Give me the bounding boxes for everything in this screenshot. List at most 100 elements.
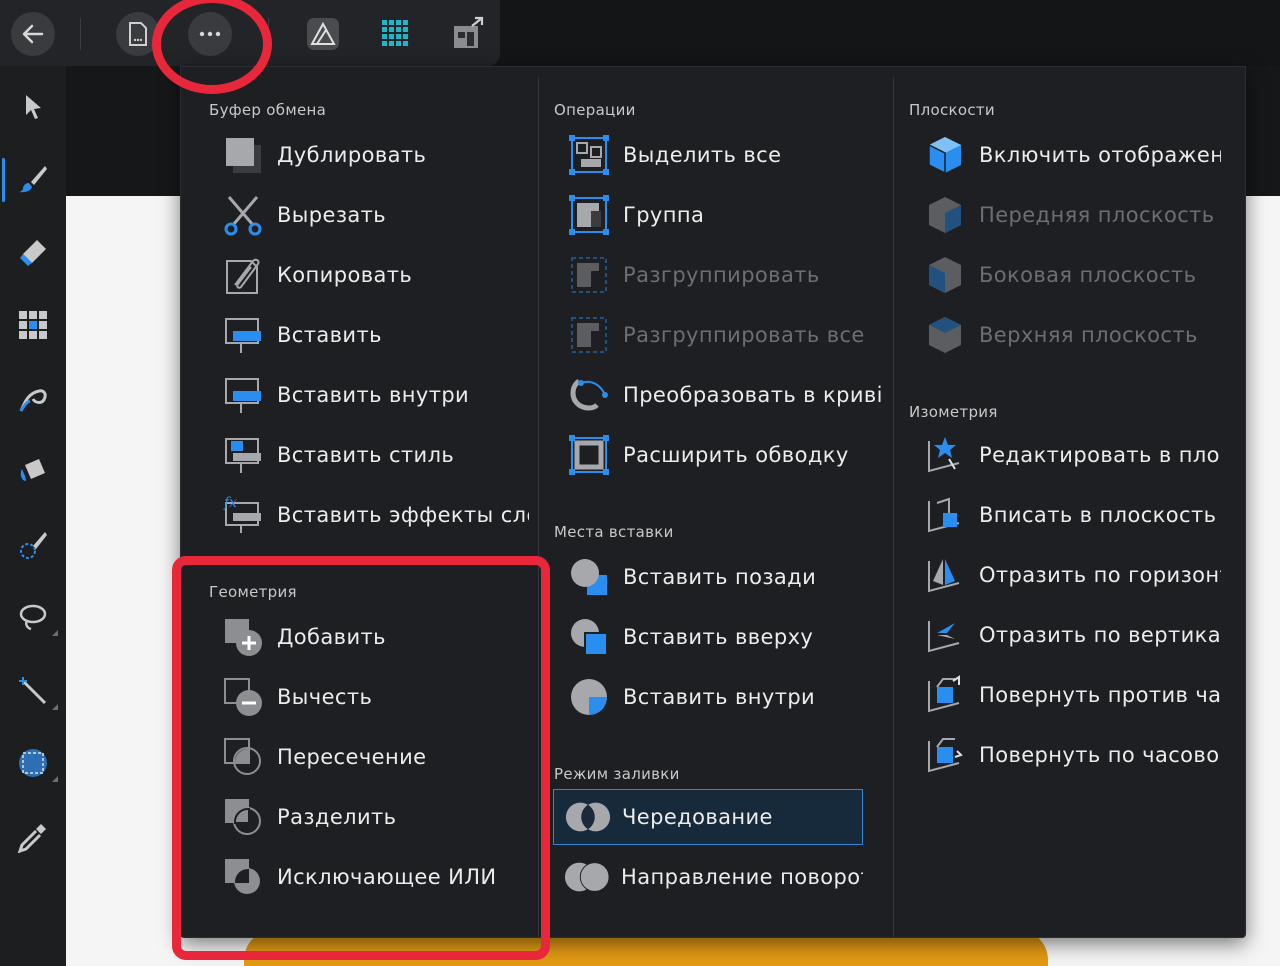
menu-item-front-plane[interactable]: Передняя плоскость	[921, 187, 1221, 243]
menu-item-ungroup[interactable]: Разгруппировать	[565, 247, 885, 303]
planes-cube-icon	[921, 131, 969, 179]
tool-brush[interactable]	[12, 158, 54, 200]
menu-item-flip-horizontal[interactable]: Отразить по горизонта	[921, 547, 1221, 603]
menu-item-expand-stroke[interactable]: Расширить обводку	[565, 427, 885, 483]
section-title-operations: Операции	[554, 101, 636, 119]
menu-item-side-plane[interactable]: Боковая плоскость	[921, 247, 1221, 303]
menu-item-ungroup-all[interactable]: Разгруппировать все	[565, 307, 885, 363]
menu-item-cut[interactable]: Вырезать	[219, 187, 529, 243]
section-title-fill-mode: Режим заливки	[554, 765, 680, 783]
eraser-icon	[20, 240, 46, 266]
menu-item-add[interactable]: Добавить	[219, 609, 529, 665]
back-arrow-icon	[22, 24, 44, 44]
rotate-cw-icon	[921, 731, 969, 779]
menu-item-label: Вставить стиль	[277, 443, 455, 467]
menu-item-xor[interactable]: Исключающее ИЛИ	[219, 849, 529, 905]
persona-photo-button[interactable]	[301, 12, 345, 56]
menu-item-label: Вставить вверху	[623, 625, 814, 649]
menu-item-label: Выделить все	[623, 143, 782, 167]
menu-item-label: Исключающее ИЛИ	[277, 865, 497, 889]
document-button[interactable]	[116, 12, 160, 56]
more-menu-panel: Буфер обмена Дублировать Вырезать Копиро…	[180, 66, 1246, 938]
move-tool-icon	[26, 95, 41, 119]
menu-item-label: Отразить по вертикалі	[979, 623, 1221, 647]
paste-style-icon	[219, 431, 267, 479]
persona-pixel-button[interactable]	[374, 12, 418, 56]
menu-item-label: Разгруппировать все	[623, 323, 865, 347]
menu-item-insert-on-top[interactable]: Вставить вверху	[565, 609, 885, 665]
menu-item-label: Вставить позади	[623, 565, 817, 589]
tool-lasso[interactable]	[12, 596, 58, 638]
menu-item-rotate-ccw[interactable]: Повернуть против часс	[921, 667, 1221, 723]
menu-item-group[interactable]: Группа	[565, 187, 885, 243]
menu-item-winding-fill[interactable]: Направление поворота	[563, 849, 863, 905]
menu-item-convert-to-curves[interactable]: Преобразовать в криві	[565, 367, 885, 423]
menu-item-divide[interactable]: Разделить	[219, 789, 529, 845]
menu-item-label: Вычесть	[277, 685, 373, 709]
menu-item-label: Верхняя плоскость	[979, 323, 1198, 347]
menu-item-flip-vertical[interactable]: Отразить по вертикалі	[921, 607, 1221, 663]
menu-item-edit-in-plane[interactable]: Редактировать в плоск	[921, 427, 1221, 483]
menu-item-label: Разгруппировать	[623, 263, 820, 287]
selection-brush-icon	[20, 532, 47, 559]
more-button[interactable]	[188, 12, 232, 56]
menu-item-select-all[interactable]: Выделить все	[565, 127, 885, 183]
menu-item-paste-fx[interactable]: fx Вставить эффекты сло	[219, 487, 529, 543]
menu-item-label: Копировать	[277, 263, 413, 287]
menu-item-top-plane[interactable]: Верхняя плоскость	[921, 307, 1221, 363]
duplicate-icon	[219, 131, 267, 179]
menu-item-rotate-cw[interactable]: Повернуть по часовой	[921, 727, 1221, 783]
menu-item-paste[interactable]: Вставить	[219, 307, 529, 363]
winding-fill-icon	[563, 853, 611, 901]
menu-item-label: Вставить эффекты сло	[277, 503, 529, 527]
intersect-shape-icon	[219, 733, 267, 781]
copy-icon	[219, 251, 267, 299]
tool-selection-brush[interactable]	[12, 524, 54, 566]
flip-horizontal-icon	[921, 551, 969, 599]
tool-move[interactable]	[12, 86, 54, 128]
document-icon	[129, 22, 147, 46]
tool-marquee[interactable]	[12, 742, 58, 784]
rotate-ccw-icon	[921, 671, 969, 719]
menu-item-fit-to-plane[interactable]: Вписать в плоскость	[921, 487, 1221, 543]
tool-eraser[interactable]	[12, 232, 54, 274]
menu-item-copy[interactable]: Копировать	[219, 247, 529, 303]
side-plane-icon	[921, 251, 969, 299]
menu-item-label: Вставить внутри	[277, 383, 470, 407]
tool-smudge[interactable]	[12, 378, 54, 420]
insert-inside-icon	[565, 673, 613, 721]
tool-fill[interactable]	[12, 450, 54, 492]
menu-item-insert-inside[interactable]: Вставить внутри	[565, 669, 885, 725]
menu-item-subtract[interactable]: Вычесть	[219, 669, 529, 725]
menu-item-paste-inside[interactable]: Вставить внутри	[219, 367, 529, 423]
front-plane-icon	[921, 191, 969, 239]
menu-item-duplicate[interactable]: Дублировать	[219, 127, 529, 183]
menu-item-label: Редактировать в плоск	[979, 443, 1221, 467]
menu-item-label: Передняя плоскость	[979, 203, 1215, 227]
smudge-icon	[19, 389, 47, 412]
menu-item-intersect[interactable]: Пересечение	[219, 729, 529, 785]
fill-bucket-icon	[20, 459, 45, 481]
persona-export-button[interactable]	[446, 12, 490, 56]
left-toolbar	[0, 66, 66, 966]
menu-item-label: Вырезать	[277, 203, 387, 227]
menu-item-insert-behind[interactable]: Вставить позади	[565, 549, 885, 605]
active-tool-indicator	[2, 158, 5, 202]
export-icon	[454, 16, 484, 48]
paste-icon	[219, 311, 267, 359]
alternate-fill-icon	[564, 793, 612, 841]
menu-item-alternate-fill[interactable]: Чередование	[553, 789, 863, 845]
dots-grid-icon	[382, 20, 408, 46]
expand-stroke-icon	[565, 431, 613, 479]
menu-item-show-planes[interactable]: Включить отображение	[921, 127, 1221, 183]
tool-grid[interactable]	[12, 304, 54, 346]
menu-item-paste-style[interactable]: Вставить стиль	[219, 427, 529, 483]
marquee-icon	[19, 749, 47, 777]
tool-color-picker[interactable]	[12, 816, 54, 858]
back-button[interactable]	[11, 12, 55, 56]
menu-item-label: Повернуть по часовой	[979, 743, 1221, 767]
tool-magic-wand[interactable]	[12, 670, 58, 712]
edit-in-plane-icon	[921, 431, 969, 479]
menu-item-label: Группа	[623, 203, 705, 227]
menu-item-label: Дублировать	[277, 143, 427, 167]
